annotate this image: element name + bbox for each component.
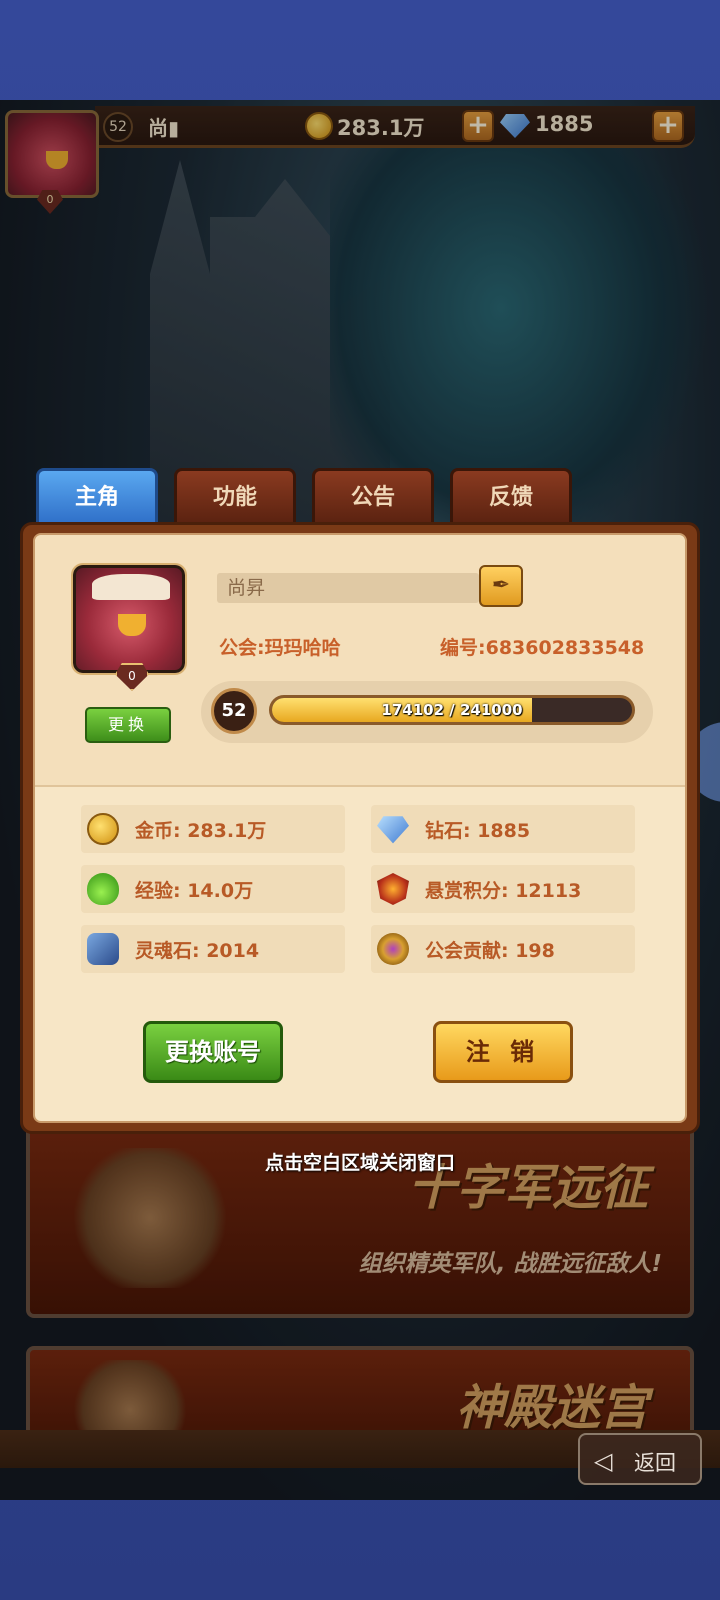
quill-icon: ✒ [491, 573, 511, 598]
stat-exp: 经验: 14.0万 [81, 865, 345, 913]
stat-gold: 金币: 283.1万 [81, 805, 345, 853]
avatar-beak-large [118, 614, 146, 636]
switch-account-button[interactable]: 更换账号 [143, 1021, 283, 1083]
profile-panel-inner: 0 更换 尚昇 ✒ 公会:玛玛哈哈 编号:683602833548 52 174… [33, 533, 687, 1123]
stat-exp-label: 经验: 14.0万 [135, 880, 254, 902]
xp-text: 174102 / 241000 [381, 701, 523, 719]
bounty-badge-icon [377, 873, 409, 905]
stat-diamond: 钻石: 1885 [371, 805, 635, 853]
stat-bounty: 悬赏积分: 12113 [371, 865, 635, 913]
gold-coin-icon [87, 813, 119, 845]
tab-functions[interactable]: 功能 [174, 468, 296, 524]
tab-feedback[interactable]: 反馈 [450, 468, 572, 524]
back-arrow-icon: ◁ [594, 1447, 613, 1475]
guild-contribution-icon [377, 933, 409, 965]
tab-announcements[interactable]: 公告 [312, 468, 434, 524]
stat-gold-label: 金币: 283.1万 [135, 820, 267, 842]
back-button[interactable]: ◁ 返回 [578, 1433, 702, 1485]
profile-header: 0 更换 尚昇 ✒ 公会:玛玛哈哈 编号:683602833548 52 174… [35, 535, 685, 787]
stat-bounty-label: 悬赏积分: 12113 [425, 880, 582, 902]
stat-soulstone-label: 灵魂石: 2014 [135, 940, 260, 962]
guild-label: 公会:玛玛哈哈 [219, 637, 341, 659]
stat-guild-contribution: 公会贡献: 198 [371, 925, 635, 973]
exp-potion-icon [87, 873, 119, 905]
player-id-label: 编号:683602833548 [440, 637, 645, 659]
player-avatar-large [71, 563, 187, 675]
player-name-field: 尚昇 [217, 573, 479, 603]
stat-diamond-label: 钻石: 1885 [425, 820, 531, 842]
avatar-crest [92, 574, 170, 600]
close-hint: 点击空白区域关闭窗口 [264, 1152, 455, 1174]
profile-panel: 0 更换 尚昇 ✒ 公会:玛玛哈哈 编号:683602833548 52 174… [20, 522, 700, 1134]
avatar-rank-badge-large: 0 [115, 663, 149, 691]
level-badge: 52 [211, 688, 257, 734]
edit-name-button[interactable]: ✒ [479, 565, 523, 607]
logout-button[interactable]: 注 销 [433, 1021, 573, 1083]
xp-progress: 52 174102 / 241000 [201, 681, 653, 743]
soul-stone-icon [87, 933, 119, 965]
tab-hero[interactable]: 主角 [36, 468, 158, 524]
xp-bar: 174102 / 241000 [269, 695, 635, 725]
change-avatar-button[interactable]: 更换 [85, 707, 171, 743]
back-label: 返回 [634, 1451, 676, 1475]
stat-soulstone: 灵魂石: 2014 [81, 925, 345, 973]
diamond-icon [377, 816, 409, 844]
stat-guild-contribution-label: 公会贡献: 198 [425, 940, 555, 962]
